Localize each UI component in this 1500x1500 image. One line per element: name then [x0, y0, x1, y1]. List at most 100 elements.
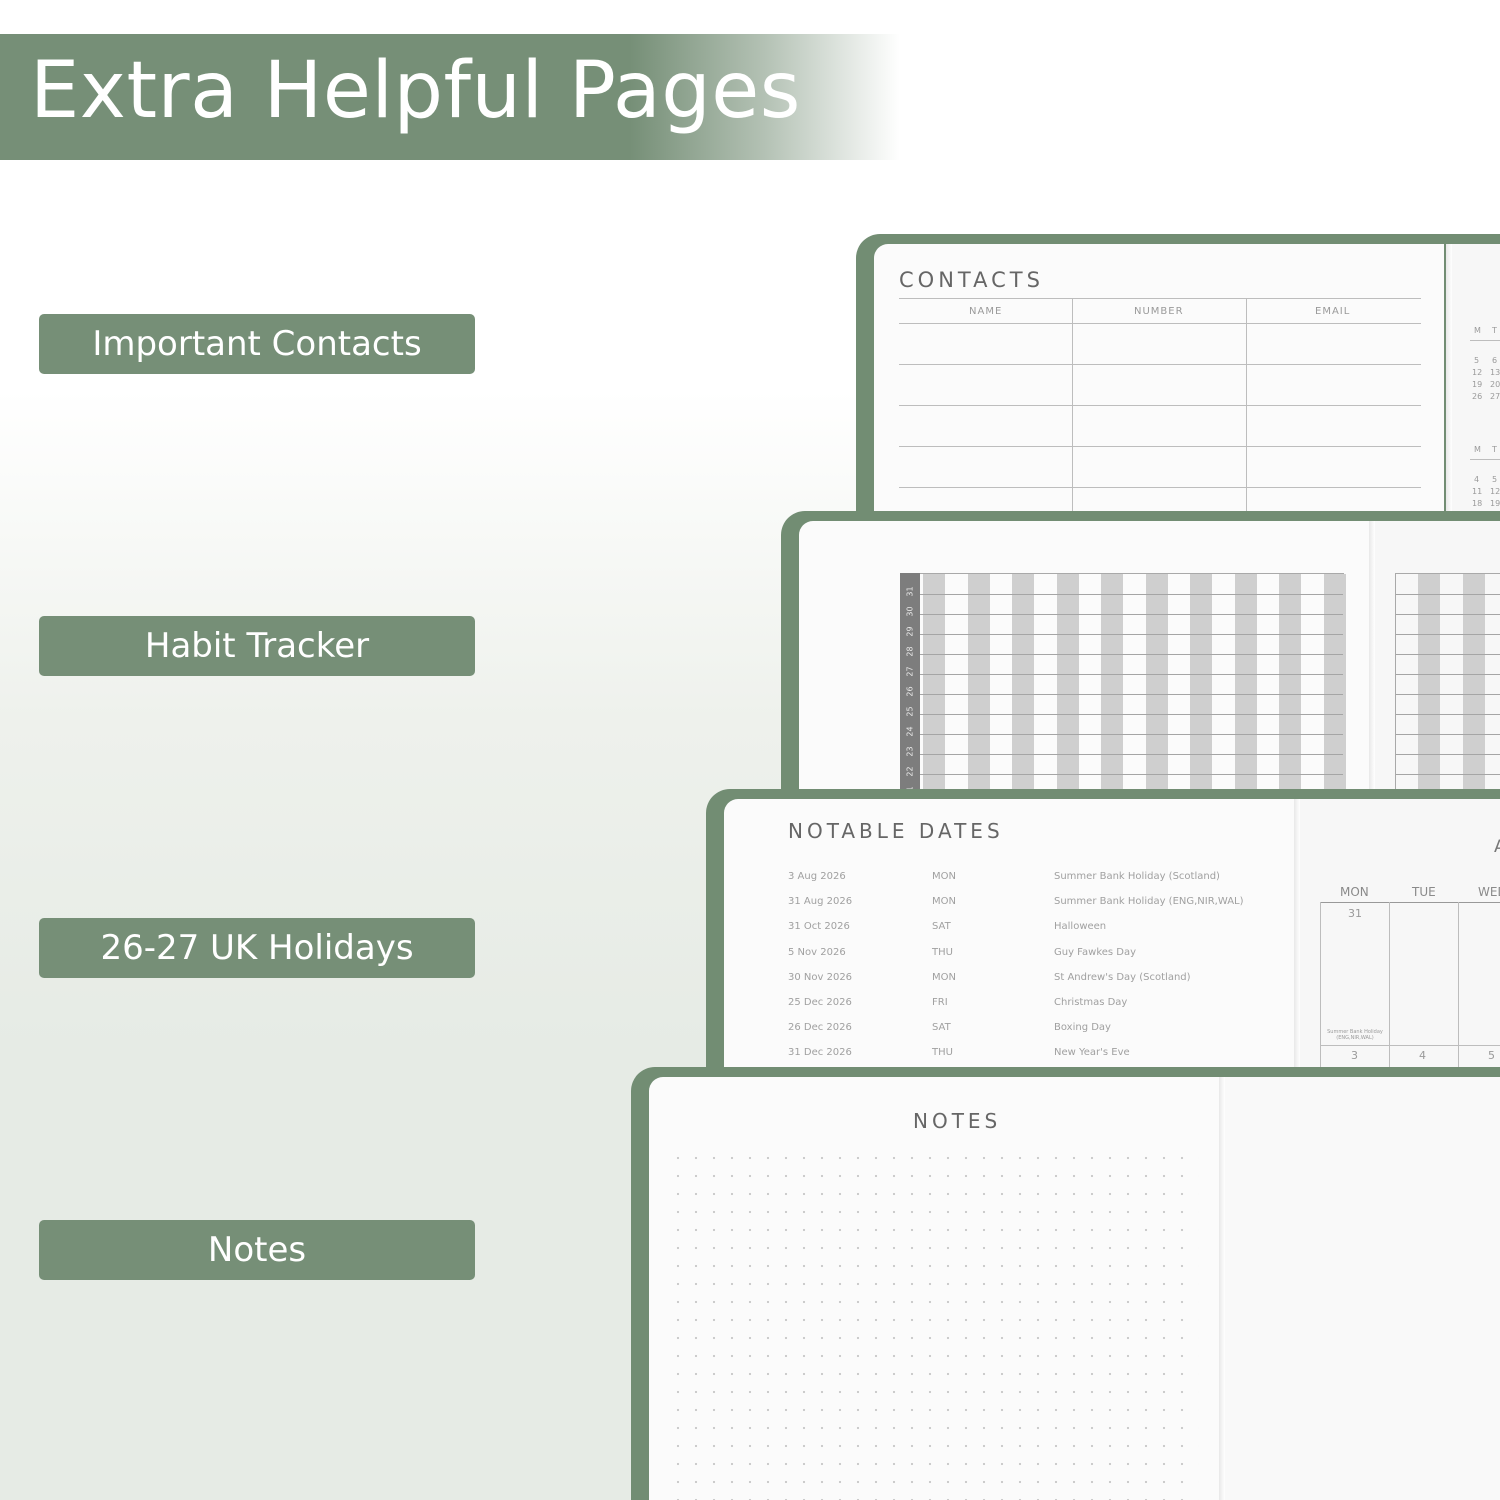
- habit-row-line: [1396, 694, 1500, 695]
- mini-cal-date: 26: [1472, 392, 1483, 401]
- mini-cal-day: T: [1492, 445, 1497, 454]
- habit-stripe: [1190, 574, 1212, 800]
- habit-tracker-planner: 2122232425262728293031: [781, 511, 1500, 801]
- contacts-row-line: [899, 487, 1421, 488]
- habit-stripe: [1101, 574, 1123, 800]
- mini-cal-day: M: [1474, 445, 1481, 454]
- habit-facing-page: [1369, 521, 1500, 801]
- cal-top-rule: [1320, 902, 1500, 903]
- notable-weekday: MON: [932, 971, 956, 983]
- habit-row-line: [1396, 734, 1500, 735]
- notable-date: 31 Oct 2026: [788, 921, 850, 933]
- habit-row-line: [1396, 614, 1500, 615]
- notable-date-row: 31 Aug 2026 MON Summer Bank Holiday (ENG,N…: [788, 896, 1268, 916]
- feature-label-contacts: Important Contacts: [39, 314, 475, 374]
- habit-day-label: 23: [905, 746, 915, 757]
- cal-date: 3: [1351, 1049, 1358, 1062]
- mini-cal-date: 12: [1490, 487, 1500, 496]
- cal-date: 4: [1419, 1049, 1426, 1062]
- contacts-column-divider: [1246, 298, 1247, 524]
- column-email: EMAIL: [1315, 306, 1351, 317]
- habit-stripe: [1145, 574, 1168, 800]
- cal-date: 31: [1348, 907, 1362, 920]
- habit-stripe: [1056, 574, 1079, 800]
- habit-row-line: [920, 754, 1343, 755]
- habit-grid-right: [1395, 573, 1500, 801]
- feature-label-holidays: 26-27 UK Holidays: [39, 918, 475, 978]
- habit-tracker-page: 2122232425262728293031: [799, 521, 1369, 801]
- habit-day-labels: 2122232425262728293031: [900, 573, 920, 801]
- contacts-row-line: [899, 446, 1421, 447]
- notable-event: Summer Bank Holiday (ENG,NIR,WAL): [1054, 896, 1244, 908]
- notable-date: 5 Nov 2026: [788, 946, 846, 958]
- habit-day-column: 2122232425262728293031: [900, 573, 920, 801]
- notes-facing-page: [1219, 1077, 1500, 1500]
- notes-planner: NOTES: [631, 1067, 1500, 1500]
- mini-cal-date: 6: [1492, 356, 1498, 365]
- page-spine: [1294, 799, 1300, 1079]
- notes-heading: NOTES: [913, 1109, 1002, 1133]
- habit-day-label: 29: [905, 626, 915, 637]
- notable-weekday: SAT: [932, 1022, 951, 1034]
- notable-date: 3 Aug 2026: [788, 871, 846, 882]
- habit-row-line: [920, 634, 1343, 635]
- mini-cal-day: M: [1474, 326, 1481, 335]
- cal-grid-line: [1389, 902, 1390, 1079]
- mini-cal-date: 18: [1472, 499, 1483, 508]
- month-initial: A: [1494, 837, 1500, 857]
- contacts-facing-page: M T 5 6 12 13 19 20 26 27 M T 4 5 11 12 …: [1446, 244, 1500, 524]
- notable-dates-planner: NOTABLE DATES 3 Aug 2026 MON Summer Bank H…: [706, 789, 1500, 1079]
- habit-row-line: [920, 654, 1343, 655]
- mini-cal-date: 13: [1490, 368, 1500, 377]
- habit-row-line: [920, 674, 1343, 675]
- notable-date: 31 Dec 2026: [788, 1047, 852, 1059]
- notable-event: Boxing Day: [1054, 1022, 1111, 1034]
- mini-cal-date: 19: [1490, 499, 1500, 508]
- habit-row-line: [1396, 634, 1500, 635]
- habit-row-line: [920, 694, 1343, 695]
- notable-event: Halloween: [1054, 921, 1107, 933]
- mini-cal-date: 20: [1490, 380, 1500, 389]
- notable-dates-list: 3 Aug 2026 MON Summer Bank Holiday (Scotla…: [788, 871, 1278, 1071]
- contacts-row-line: [899, 364, 1421, 365]
- notable-date: 26 Dec 2026: [788, 1022, 852, 1034]
- habit-row-line: [920, 734, 1343, 735]
- notable-weekday: MON: [932, 896, 956, 908]
- mini-cal-date: 5: [1474, 356, 1480, 365]
- column-name: NAME: [969, 306, 1003, 317]
- habit-day-label: 22: [905, 766, 915, 777]
- contacts-page: CONTACTS NAME NUMBER EMAIL: [874, 244, 1444, 524]
- cal-week-rule: [1320, 1045, 1500, 1046]
- habit-stripe: [1323, 574, 1346, 800]
- contacts-planner: CONTACTS NAME NUMBER EMAIL M T 5 6 12 13…: [856, 234, 1500, 524]
- mini-cal-date: 5: [1492, 475, 1498, 484]
- habit-row-line: [1396, 714, 1500, 715]
- habit-day-label: 28: [905, 646, 915, 657]
- notable-event: Guy Fawkes Day: [1054, 946, 1137, 958]
- cal-grid-line: [1458, 902, 1459, 1079]
- mini-cal-date: 11: [1472, 487, 1483, 496]
- notable-weekday: THU: [932, 946, 953, 958]
- mini-cal-rule: [1470, 340, 1500, 341]
- notable-event: St Andrew's Day (Scotland): [1054, 971, 1191, 983]
- notable-weekday: THU: [932, 1047, 953, 1059]
- contacts-heading: CONTACTS: [899, 268, 1044, 292]
- cal-day-mon: MON: [1340, 885, 1369, 899]
- habit-stripe: [1012, 574, 1034, 800]
- cal-day-wed: WED: [1478, 885, 1500, 899]
- habit-day-label: 26: [905, 686, 915, 697]
- contacts-header-rule: [899, 323, 1421, 324]
- habit-day-label: 30: [905, 606, 915, 617]
- cal-date: 5: [1488, 1049, 1495, 1062]
- notable-date-row: 25 Dec 2026 FRI Christmas Day: [788, 997, 1268, 1017]
- notable-event: Christmas Day: [1054, 997, 1128, 1008]
- notable-event: New Year's Eve: [1054, 1047, 1130, 1059]
- contacts-column-divider: [1072, 298, 1073, 524]
- notable-weekday: MON: [932, 871, 956, 882]
- habit-row-line: [1396, 754, 1500, 755]
- habit-day-label: 27: [905, 666, 915, 677]
- mini-cal-rule: [1470, 459, 1500, 460]
- notable-weekday: FRI: [932, 997, 948, 1008]
- page-spine: [1369, 521, 1375, 801]
- cal-grid-line: [1320, 902, 1321, 1079]
